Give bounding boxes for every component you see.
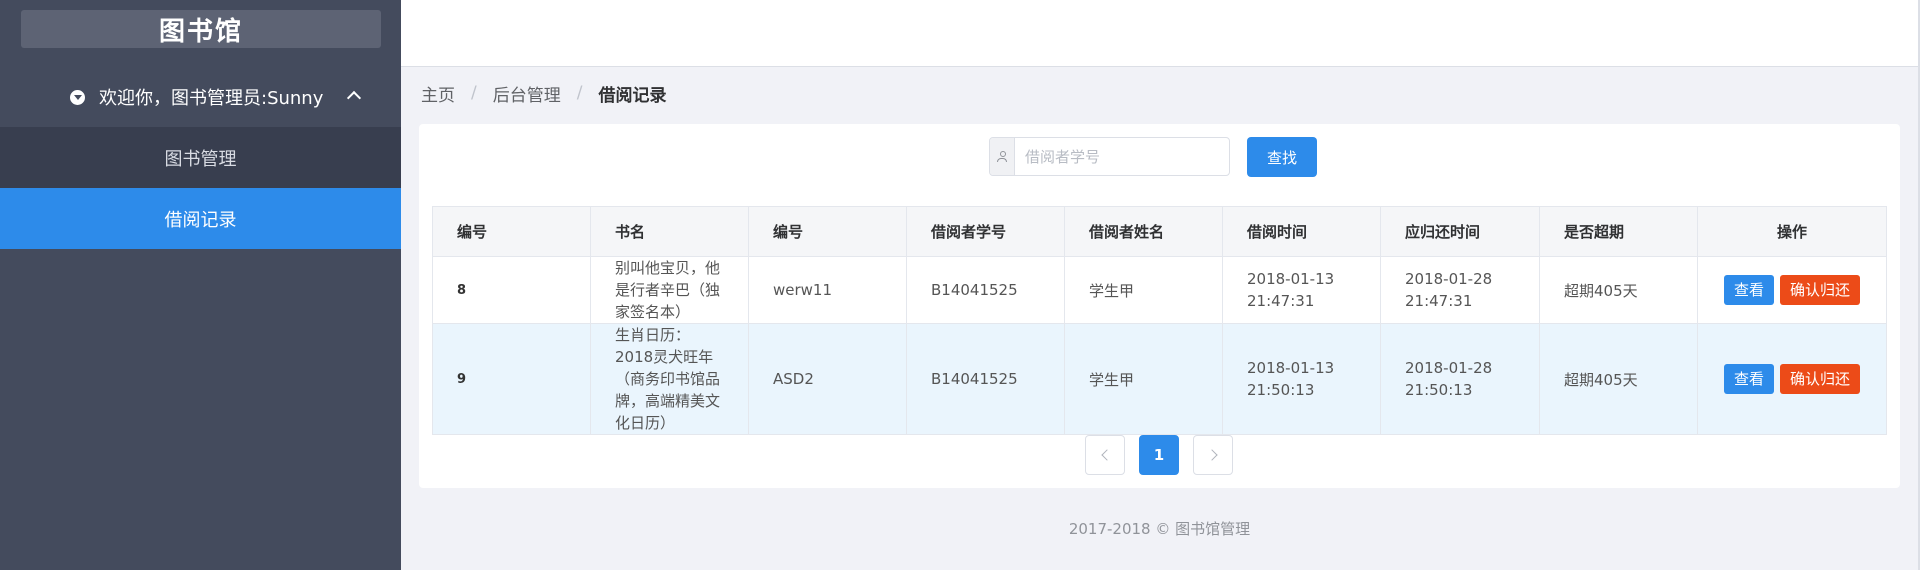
top-header xyxy=(401,0,1920,67)
sidebar: 图书馆 欢迎你，图书管理员:Sunny 图书管理 借阅记录 xyxy=(0,0,401,570)
user-icon xyxy=(997,150,1007,163)
app-root: 图书馆 欢迎你，图书管理员:Sunny 图书管理 借阅记录 主页 / 后台管理 … xyxy=(0,0,1920,570)
overdue-cell: 超期405天 xyxy=(1539,323,1698,435)
record-id-cell: 9 xyxy=(432,323,591,435)
breadcrumb-home[interactable]: 主页 xyxy=(421,81,455,106)
column-header: 操作 xyxy=(1697,206,1887,257)
confirm-return-button[interactable]: 确认归还 xyxy=(1780,275,1860,305)
view-button[interactable]: 查看 xyxy=(1724,275,1774,305)
prev-page-button[interactable] xyxy=(1085,435,1125,475)
breadcrumb-separator: / xyxy=(576,83,583,103)
welcome-text: 欢迎你，图书管理员:Sunny xyxy=(99,88,324,109)
borrow-time-cell: 2018-01-13 21:50:13 xyxy=(1222,323,1381,435)
user-menu-toggle[interactable]: 欢迎你，图书管理员:Sunny xyxy=(0,68,401,126)
overdue-cell: 超期405天 xyxy=(1539,256,1698,324)
due-time-cell: 2018-01-28 21:50:13 xyxy=(1380,323,1540,435)
breadcrumb-current: 借阅记录 xyxy=(598,85,667,106)
column-header: 是否超期 xyxy=(1539,206,1698,257)
actions-cell: 查看 确认归还 xyxy=(1697,256,1887,324)
column-header: 借阅者学号 xyxy=(906,206,1065,257)
student-no-search-input[interactable] xyxy=(1015,138,1229,175)
sidebar-item-records[interactable]: 借阅记录 xyxy=(0,188,401,249)
sidebar-item-books[interactable]: 图书管理 xyxy=(0,127,401,188)
borrow-time-cell: 2018-01-13 21:47:31 xyxy=(1222,256,1381,324)
records-table: 编号 书名 编号 借阅者学号 借阅者姓名 借阅时间 应归还时间 是否超期 操作 … xyxy=(432,206,1887,435)
record-id-cell: 8 xyxy=(432,256,591,324)
column-header: 借阅者姓名 xyxy=(1064,206,1223,257)
student-no-cell: B14041525 xyxy=(906,323,1065,435)
breadcrumb-admin[interactable]: 后台管理 xyxy=(493,81,561,106)
due-time-cell: 2018-01-28 21:47:31 xyxy=(1380,256,1540,324)
book-no-cell: ASD2 xyxy=(748,323,907,435)
table-row: 8 别叫他宝贝，他是行者辛巴（独家签名本） werw11 B14041525 学… xyxy=(432,256,1887,324)
chevron-right-icon xyxy=(1205,449,1218,461)
view-button[interactable]: 查看 xyxy=(1724,364,1774,394)
column-header: 编号 xyxy=(748,206,907,257)
book-title-cell: 别叫他宝贝，他是行者辛巴（独家签名本） xyxy=(590,256,749,324)
breadcrumb-separator: / xyxy=(471,83,477,103)
search-button[interactable]: 查找 xyxy=(1247,137,1317,177)
chevron-left-icon xyxy=(1100,449,1113,461)
search-prefix xyxy=(990,138,1015,175)
book-no-cell: werw11 xyxy=(748,256,907,324)
chevron-up-icon xyxy=(346,90,362,106)
app-logo: 图书馆 xyxy=(21,10,381,48)
search-field xyxy=(989,137,1230,176)
footer-copyright: 2017-2018 © 图书馆管理 xyxy=(1068,520,1251,538)
table-header-row: 编号 书名 编号 借阅者学号 借阅者姓名 借阅时间 应归还时间 是否超期 操作 xyxy=(432,206,1887,257)
student-no-cell: B14041525 xyxy=(906,256,1065,324)
page-number-button[interactable]: 1 xyxy=(1139,435,1179,475)
actions-cell: 查看 确认归还 xyxy=(1697,323,1887,435)
next-page-button[interactable] xyxy=(1193,435,1233,475)
column-header: 借阅时间 xyxy=(1222,206,1381,257)
confirm-return-button[interactable]: 确认归还 xyxy=(1780,364,1860,394)
breadcrumb: 主页 / 后台管理 / 借阅记录 xyxy=(421,81,667,106)
column-header: 书名 xyxy=(590,206,749,257)
student-name-cell: 学生甲 xyxy=(1064,256,1223,324)
student-name-cell: 学生甲 xyxy=(1064,323,1223,435)
table-row: 9 生肖日历：2018灵犬旺年（商务印书馆品牌，高端精美文化日历） ASD2 B… xyxy=(432,323,1887,435)
column-header: 编号 xyxy=(432,206,591,257)
caret-circle-icon xyxy=(70,90,85,105)
column-header: 应归还时间 xyxy=(1380,206,1540,257)
book-title-cell: 生肖日历：2018灵犬旺年（商务印书馆品牌，高端精美文化日历） xyxy=(590,323,749,435)
